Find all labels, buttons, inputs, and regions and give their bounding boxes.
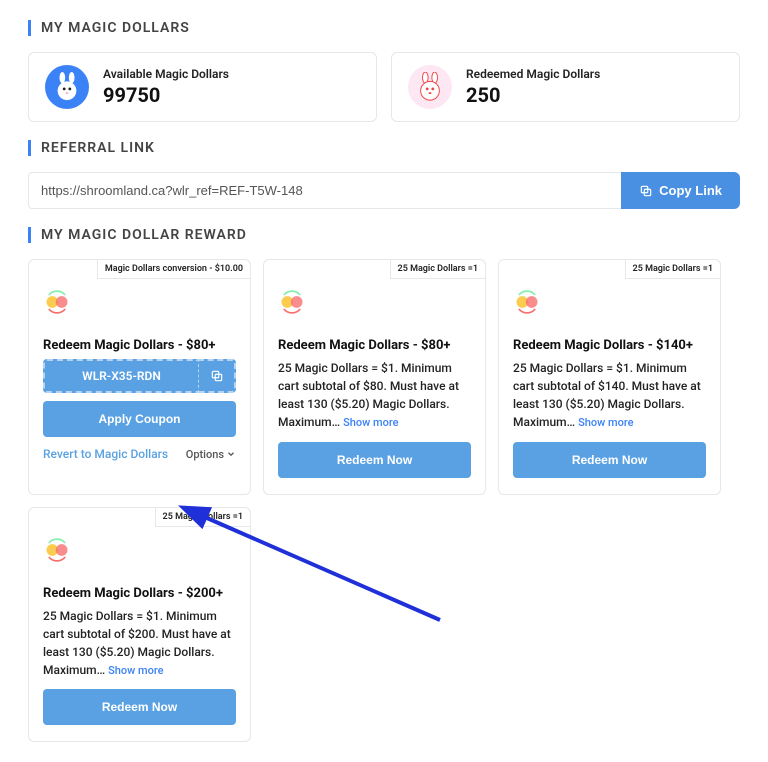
apply-coupon-button[interactable]: Apply Coupon bbox=[43, 401, 236, 437]
redeem-now-button[interactable]: Redeem Now bbox=[513, 442, 706, 478]
section-title-referral: REFERRAL LINK bbox=[28, 140, 740, 156]
bunny-icon-blue bbox=[45, 65, 89, 109]
bunny-icon bbox=[415, 72, 445, 102]
available-value: 99750 bbox=[103, 83, 229, 107]
reward-card: 25 Magic Dollars =1 Redeem Magic Dollars… bbox=[263, 259, 486, 495]
reward-card-coupon: Magic Dollars conversion - $10.00 Redeem… bbox=[28, 259, 251, 495]
copy-icon bbox=[210, 369, 224, 383]
section-title-magic-dollars: MY MAGIC DOLLARS bbox=[28, 20, 740, 36]
reward-desc: 25 Magic Dollars = $1. Minimum cart subt… bbox=[513, 359, 706, 432]
coupon-copy-button[interactable] bbox=[198, 359, 236, 393]
cycle-icon bbox=[278, 288, 306, 316]
reward-tag: 25 Magic Dollars =1 bbox=[390, 259, 486, 279]
coupon-row: WLR-X35-RDN bbox=[43, 359, 236, 393]
reward-desc: 25 Magic Dollars = $1. Minimum cart subt… bbox=[43, 607, 236, 680]
reward-card: 25 Magic Dollars =1 Redeem Magic Dollars… bbox=[498, 259, 721, 495]
reward-desc: 25 Magic Dollars = $1. Minimum cart subt… bbox=[278, 359, 471, 432]
stat-card-available: Available Magic Dollars 99750 bbox=[28, 52, 377, 122]
show-more-link[interactable]: Show more bbox=[343, 416, 398, 429]
copy-link-button[interactable]: Copy Link bbox=[621, 172, 740, 209]
options-label: Options bbox=[186, 448, 224, 461]
section-title-reward: MY MAGIC DOLLAR REWARD bbox=[28, 227, 740, 243]
show-more-link[interactable]: Show more bbox=[578, 416, 633, 429]
redeem-now-button[interactable]: Redeem Now bbox=[43, 689, 236, 725]
coupon-code: WLR-X35-RDN bbox=[43, 359, 198, 393]
redeemed-value: 250 bbox=[466, 83, 600, 107]
copy-link-label: Copy Link bbox=[659, 183, 722, 198]
stats-row: Available Magic Dollars 99750 Redeemed M… bbox=[28, 52, 740, 122]
revert-row: Revert to Magic Dollars Options bbox=[43, 447, 236, 461]
revert-link[interactable]: Revert to Magic Dollars bbox=[43, 447, 168, 461]
redeem-now-button[interactable]: Redeem Now bbox=[278, 442, 471, 478]
reward-title: Redeem Magic Dollars - $140+ bbox=[513, 338, 706, 353]
cycle-icon bbox=[513, 288, 541, 316]
reward-card: 25 Magic Dollars =1 Redeem Magic Dollars… bbox=[28, 507, 251, 743]
options-dropdown[interactable]: Options bbox=[186, 448, 236, 461]
chevron-down-icon bbox=[226, 449, 236, 459]
bunny-icon bbox=[52, 72, 82, 102]
copy-icon bbox=[639, 184, 653, 198]
referral-row: Copy Link bbox=[28, 172, 740, 209]
rewards-grid: Magic Dollars conversion - $10.00 Redeem… bbox=[28, 259, 740, 742]
reward-tag: 25 Magic Dollars =1 bbox=[155, 507, 251, 527]
cycle-icon bbox=[43, 536, 71, 564]
reward-tag: 25 Magic Dollars =1 bbox=[625, 259, 721, 279]
reward-tag: Magic Dollars conversion - $10.00 bbox=[97, 259, 251, 279]
reward-title: Redeem Magic Dollars - $200+ bbox=[43, 586, 236, 601]
reward-title: Redeem Magic Dollars - $80+ bbox=[278, 338, 471, 353]
show-more-link[interactable]: Show more bbox=[108, 664, 163, 677]
available-label: Available Magic Dollars bbox=[103, 67, 229, 81]
redeemed-label: Redeemed Magic Dollars bbox=[466, 67, 600, 81]
reward-title: Redeem Magic Dollars - $80+ bbox=[43, 338, 236, 353]
bunny-icon-pink bbox=[408, 65, 452, 109]
cycle-icon bbox=[43, 288, 71, 316]
referral-url-input[interactable] bbox=[28, 172, 621, 209]
stat-card-redeemed: Redeemed Magic Dollars 250 bbox=[391, 52, 740, 122]
